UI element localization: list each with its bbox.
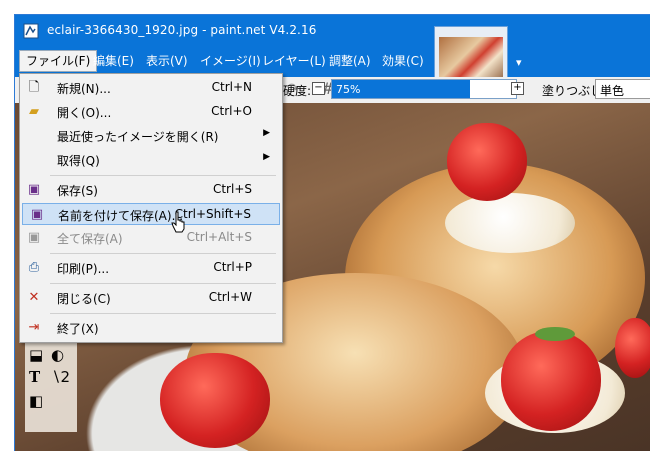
menu-item-new[interactable]: 🗋 新規(N)... Ctrl+N (20, 77, 282, 99)
strawberry-right (615, 318, 650, 378)
shapes-icon[interactable]: ◧ (29, 392, 43, 410)
menu-separator (50, 283, 276, 284)
file-menu-dropdown: 🗋 新規(N)... Ctrl+N ▰ 開く(O)... Ctrl+O 最近使っ… (19, 73, 283, 343)
slider-value: 75% (336, 83, 361, 96)
menu-view[interactable]: 表示(V) (140, 51, 194, 71)
strawberry-top (447, 123, 527, 201)
menu-item-save-all[interactable]: ▣ 全て保存(A) Ctrl+Alt+S (20, 227, 282, 249)
text-tool-icon[interactable]: T (29, 368, 40, 386)
menu-layers[interactable]: レイヤー(L) (256, 51, 332, 71)
menu-effects[interactable]: 効果(C) (376, 51, 430, 71)
save-icon: ▣ (27, 182, 41, 197)
paintnet-app-icon (23, 23, 39, 39)
cream-top (445, 193, 575, 253)
line-tool-icon[interactable]: ∖2 (51, 368, 70, 386)
hardness-label: 硬度: (283, 84, 312, 98)
strawberry-left (160, 353, 270, 448)
recolor-icon[interactable]: ◐ (51, 346, 64, 364)
menu-item-open[interactable]: ▰ 開く(O)... Ctrl+O (20, 101, 282, 123)
close-file-icon: ✕ (28, 290, 40, 305)
hand-cursor-icon (171, 211, 185, 233)
submenu-arrow-icon: ▶ (263, 128, 270, 138)
menu-item-save[interactable]: ▣ 保存(S) Ctrl+S (20, 179, 282, 201)
save-all-icon: ▣ (27, 230, 41, 245)
menu-item-acquire[interactable]: 取得(Q) ▶ (20, 149, 282, 171)
strawberry-bottom (501, 331, 601, 431)
window-title: eclair-3366430_1920.jpg - paint.net V4.2… (47, 23, 317, 37)
hardness-slider[interactable]: 75% (331, 79, 517, 99)
menu-file[interactable]: ファイル(F) (19, 50, 98, 72)
title-bar: eclair-3366430_1920.jpg - paint.net V4.2… (15, 15, 650, 46)
new-file-icon: 🗋 (28, 80, 40, 95)
menu-edit[interactable]: 編集(E) (87, 51, 140, 71)
open-folder-icon: ▰ (29, 104, 39, 119)
menu-item-close[interactable]: ✕ 閉じる(C) Ctrl+W (20, 287, 282, 309)
menu-item-save-as[interactable]: ▣ 名前を付けて保存(A)... Ctrl+Shift+S (22, 203, 280, 225)
menu-separator (50, 313, 276, 314)
leaf (535, 327, 575, 341)
menu-separator (50, 175, 276, 176)
chevron-down-icon[interactable]: ▾ (516, 56, 522, 69)
menu-separator (50, 253, 276, 254)
menu-adjustments[interactable]: 調整(A) (323, 51, 377, 71)
print-icon: ⎙ (28, 260, 40, 275)
tools-panel: ⬓ ◐ T ∖2 ◧ (25, 342, 77, 432)
menu-item-print[interactable]: ⎙ 印刷(P)... Ctrl+P (20, 257, 282, 279)
menu-item-recent[interactable]: 最近使ったイメージを開く(R) ▶ (20, 125, 282, 147)
stamp-icon[interactable]: ⬓ (29, 346, 43, 364)
submenu-arrow-icon: ▶ (263, 152, 270, 162)
decrease-button[interactable]: − (312, 82, 325, 95)
fill-mode-select[interactable]: 単色 (595, 79, 650, 99)
exit-icon: ⇥ (28, 320, 40, 335)
menu-item-exit[interactable]: ⇥ 終了(X) (20, 317, 282, 339)
increase-button[interactable]: + (511, 82, 524, 95)
save-as-icon: ▣ (30, 207, 44, 222)
